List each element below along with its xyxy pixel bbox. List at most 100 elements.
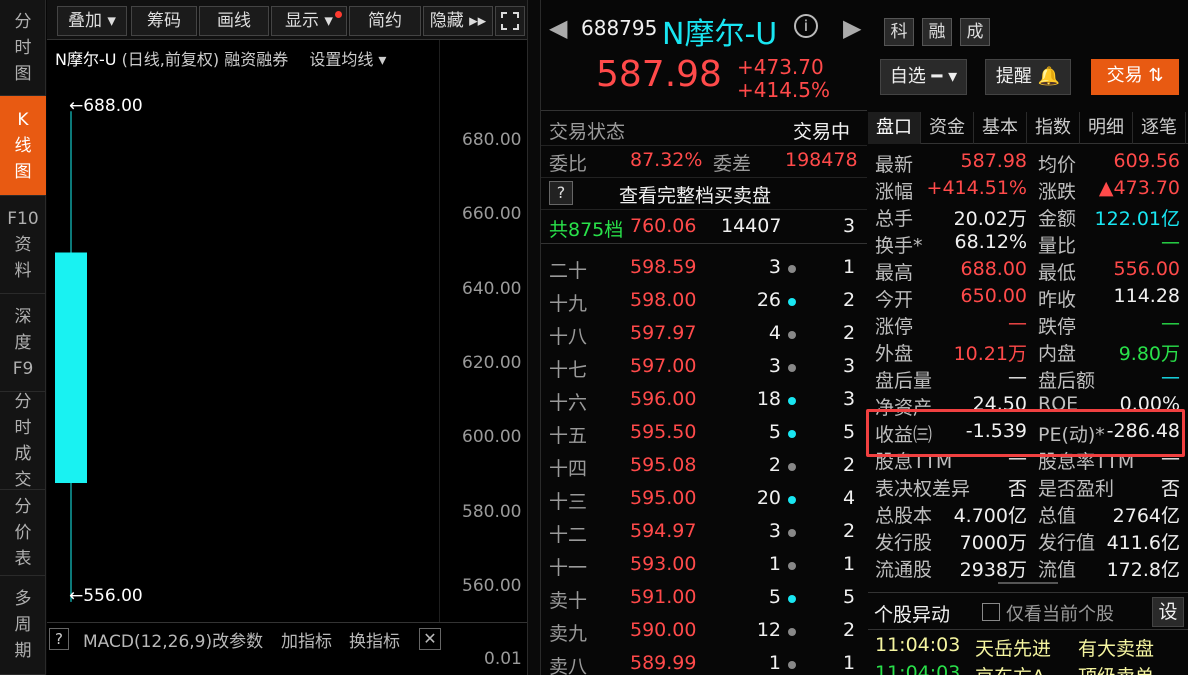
nav-item-1[interactable]: K线图: [0, 96, 46, 196]
nav-item-3[interactable]: 深度 F9: [0, 294, 46, 392]
level-volume: 3: [768, 256, 781, 278]
tab-0[interactable]: 盘口: [868, 112, 921, 144]
level-label: 卖八: [549, 656, 588, 675]
quote-value: 650.00: [960, 285, 1027, 307]
macd-bar: ? MACD(12,26,9)改参数 加指标 换指标 ✕ 0.01: [47, 622, 527, 669]
overlay-button[interactable]: 叠加 ▾: [57, 6, 127, 36]
quote-label: 涨停: [875, 316, 914, 338]
next-stock-icon[interactable]: ▶: [843, 14, 861, 42]
level-label: 十八: [549, 326, 588, 348]
nav-item-6[interactable]: 多周期: [0, 576, 46, 675]
help-icon[interactable]: ?: [49, 628, 69, 650]
quote-label: 均价: [1038, 154, 1077, 176]
draw-line-button[interactable]: 画线: [199, 6, 269, 36]
tab-2[interactable]: 基本: [974, 112, 1027, 144]
orderbook-row[interactable]: 卖十 591.00 5 5: [541, 582, 867, 615]
trade-button[interactable]: 交易 ⇅: [1091, 59, 1179, 95]
ratio-value: 87.32%: [630, 149, 703, 171]
nav-item-0[interactable]: 分时图: [0, 0, 46, 96]
quote-label: 总手: [875, 208, 914, 230]
tab-5[interactable]: 逐笔: [1133, 112, 1186, 144]
orderbook-row[interactable]: 十九 598.00 26 2: [541, 285, 867, 318]
tab-3[interactable]: 指数: [1027, 112, 1080, 144]
chips-button[interactable]: 筹码: [131, 6, 197, 36]
prev-stock-icon[interactable]: ◀: [549, 14, 567, 42]
mover-row[interactable]: 11:04:03 天岳先进 有大卖盘: [868, 632, 1188, 660]
level-price: 597.00: [630, 355, 697, 377]
change-dot-icon: [788, 331, 796, 339]
macd-label[interactable]: MACD(12,26,9)改参数: [83, 627, 263, 652]
orderbook-row[interactable]: 十四 595.08 2 2: [541, 450, 867, 483]
close-icon[interactable]: ✕: [419, 628, 441, 650]
quote-label: 发行股: [875, 532, 933, 554]
current-only-checkbox[interactable]: [982, 603, 1000, 621]
level-count: 4: [843, 487, 856, 509]
display-button[interactable]: 显示 ▾: [271, 6, 347, 36]
movers-settings-button[interactable]: 设: [1152, 597, 1184, 627]
tab-1[interactable]: 资金: [921, 112, 974, 144]
level-label: 十七: [549, 359, 588, 381]
quote-value: 2764亿: [1112, 505, 1180, 527]
level-volume: 1: [768, 652, 781, 674]
stock-tag[interactable]: 成: [960, 18, 990, 46]
chart-stock-name: N摩尔-U: [55, 50, 117, 69]
simple-mode-button[interactable]: 简约: [349, 6, 421, 36]
nav-item-2[interactable]: F10 资料: [0, 196, 46, 294]
orderbook-row[interactable]: 十八 597.97 4 2: [541, 318, 867, 351]
quote-label: 是否盈利: [1038, 478, 1115, 500]
change-dot-icon: [788, 496, 796, 504]
mover-time: 11:04:03: [875, 662, 961, 675]
level-price: 595.08: [630, 454, 697, 476]
fullscreen-icon[interactable]: [495, 6, 525, 36]
orderbook-row[interactable]: 卖九 590.00 12 2: [541, 615, 867, 648]
swap-indicator-button[interactable]: 换指标: [349, 627, 400, 652]
panel-splitter[interactable]: [527, 0, 541, 675]
level-label: 十二: [549, 524, 588, 546]
orderbook-row[interactable]: 十二 594.97 3 2: [541, 516, 867, 549]
level-count: 2: [843, 289, 856, 311]
level-volume: 3: [768, 520, 781, 542]
quote-label: 表决权差异: [875, 478, 971, 500]
orderbook-row[interactable]: 十七 597.00 3 3: [541, 351, 867, 384]
quote-value: 114.28: [1113, 285, 1180, 307]
stock-tag[interactable]: 融: [922, 18, 952, 46]
add-indicator-button[interactable]: 加指标: [281, 627, 332, 652]
hide-button[interactable]: 隐藏 ▸▸: [423, 6, 493, 36]
chart-mode[interactable]: (日线,前复权): [122, 50, 220, 69]
level-count: 1: [843, 553, 856, 575]
scroll-handle[interactable]: [998, 582, 1058, 590]
mover-row[interactable]: 11:04:03 京东方A 顶级卖单: [868, 660, 1188, 675]
orderbook-row[interactable]: 十一 593.00 1 1: [541, 549, 867, 582]
watchlist-button[interactable]: 自选 ━ ▾: [880, 59, 967, 95]
stock-tag[interactable]: 科: [884, 18, 914, 46]
orderbook-row[interactable]: 二十 598.59 3 1: [541, 252, 867, 285]
help-icon[interactable]: ?: [549, 181, 573, 205]
orderbook-row[interactable]: 十六 596.00 18 3: [541, 384, 867, 417]
info-icon[interactable]: i: [794, 14, 818, 38]
level-count: 5: [843, 586, 856, 608]
alert-button[interactable]: 提醒 🔔: [985, 59, 1071, 95]
candle-body[interactable]: [55, 252, 87, 484]
margin-link[interactable]: 融资融券: [224, 50, 288, 69]
orderbook-row[interactable]: 卖八 589.99 1 1: [541, 648, 867, 675]
status-value: 交易中: [793, 121, 851, 143]
orderbook-row[interactable]: 十三 595.00 20 4: [541, 483, 867, 516]
level-volume: 1: [768, 553, 781, 575]
full-book-link[interactable]: 查看完整档买卖盘: [619, 181, 771, 208]
level-volume: 20: [756, 487, 781, 509]
quote-value: 4.700亿: [953, 505, 1027, 527]
quote-label: 跌停: [1038, 316, 1077, 338]
level-volume: 18: [756, 388, 781, 410]
summary-price: 760.06: [630, 215, 697, 237]
left-nav: 分时图 K 线图 F10 资料深度 F9 分时成交分价表多周期: [0, 0, 46, 675]
nav-item-5[interactable]: 分价表: [0, 490, 46, 576]
mover-event: 有大卖盘: [1078, 638, 1155, 660]
change-dot-icon: [788, 364, 796, 372]
orderbook-row[interactable]: 十五 595.50 5 5: [541, 417, 867, 450]
tab-4[interactable]: 明细: [1080, 112, 1133, 144]
level-price: 594.97: [630, 520, 697, 542]
ma-settings[interactable]: 设置均线 ▾: [309, 50, 386, 69]
summary-volume: 14407: [721, 215, 782, 237]
level-price: 598.59: [630, 256, 697, 278]
nav-item-4[interactable]: 分时成交: [0, 392, 46, 490]
